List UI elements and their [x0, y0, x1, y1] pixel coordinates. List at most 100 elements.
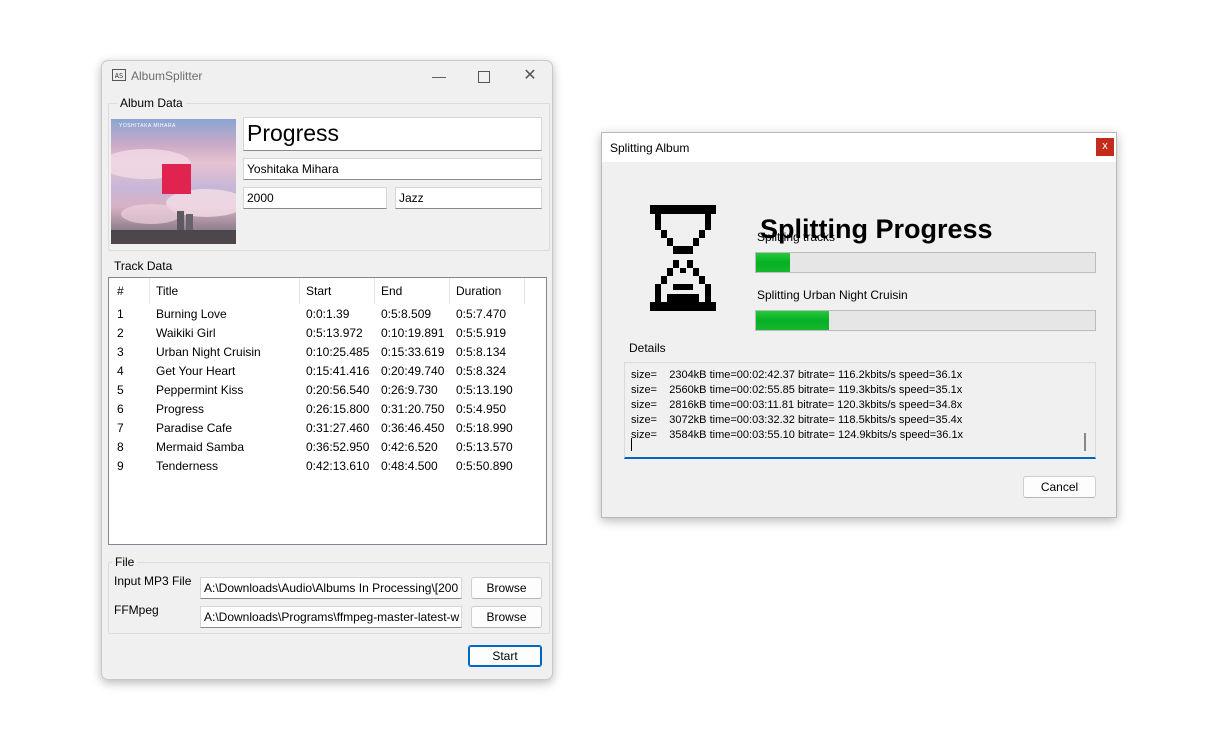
track-title: Tenderness [156, 459, 219, 473]
track-end: 0:5:8.509 [381, 307, 432, 321]
splitting-tracks-label: Splitting tracks [757, 230, 836, 244]
track-end: 0:20:49.740 [381, 364, 445, 378]
track-start: 0:10:25.485 [306, 345, 370, 359]
table-row[interactable]: 8 Mermaid Samba 0:36:52.950 0:42:6.520 0:5:1… [109, 438, 546, 457]
hourglass-icon [650, 205, 716, 311]
track-start: 0:42:13.610 [306, 459, 370, 473]
file-group-label: File [112, 555, 138, 569]
column-header-end[interactable]: End [375, 278, 450, 304]
log-line: size= 2560kB time=00:02:55.85 bitrate= 1… [631, 384, 963, 396]
track-duration: 0:5:50.890 [456, 459, 513, 473]
table-row[interactable]: 7 Paradise Cafe 0:31:27.460 0:36:46.450 0:5:… [109, 419, 546, 438]
maximize-icon [478, 71, 490, 84]
track-duration: 0:5:8.134 [456, 345, 507, 359]
track-end: 0:31:20.750 [381, 402, 445, 416]
album-data-label: Album Data [117, 96, 186, 110]
track-duration: 0:5:13.190 [456, 383, 513, 397]
window-title: AlbumSplitter [131, 69, 203, 83]
dialog-body: Splitting Progress Splitting tracks Spli… [604, 162, 1114, 515]
start-button[interactable]: Start [468, 645, 542, 667]
year-field[interactable]: 2000 [243, 187, 387, 209]
dialog-close-button[interactable]: x [1096, 138, 1114, 156]
current-track-label: Splitting Urban Night Cruisin [757, 288, 908, 302]
log-scrollbar-thumb[interactable] [1084, 433, 1086, 451]
track-list-header: # Title Start End Duration [109, 278, 546, 304]
current-track-progress-fill [756, 311, 829, 330]
track-number: 1 [117, 307, 124, 321]
browse-mp3-button[interactable]: Browse [471, 577, 542, 599]
close-button[interactable]: ✕ [513, 65, 547, 87]
log-scrollbar[interactable] [1077, 365, 1093, 455]
ffmpeg-path-field[interactable]: A:\Downloads\Programs\ffmpeg-master-late… [200, 606, 462, 628]
track-number: 9 [117, 459, 124, 473]
details-log[interactable]: size= 2304kB time=00:02:42.37 bitrate= 1… [624, 356, 1097, 464]
log-line: size= 3584kB time=00:03:55.10 bitrate= 1… [631, 429, 964, 441]
track-title: Burning Love [156, 307, 227, 321]
track-start: 0:31:27.460 [306, 421, 370, 435]
track-title: Paradise Cafe [156, 421, 233, 435]
log-line: size= 3072kB time=00:03:32.32 bitrate= 1… [631, 414, 963, 426]
track-number: 8 [117, 440, 124, 454]
table-row[interactable]: 6 Progress 0:26:15.800 0:31:20.750 0:5:4.950 [109, 400, 546, 419]
dialog-title-bar[interactable]: Splitting Album x [602, 133, 1116, 162]
track-number: 7 [117, 421, 124, 435]
track-data-label: Track Data [111, 259, 176, 273]
track-end: 0:10:19.891 [381, 326, 445, 340]
maximize-button[interactable] [467, 65, 501, 87]
track-number: 5 [117, 383, 124, 397]
browse-ffmpeg-button[interactable]: Browse [471, 606, 542, 628]
track-end: 0:36:46.450 [381, 421, 445, 435]
cancel-button[interactable]: Cancel [1023, 476, 1096, 498]
album-cover-image: YOSHITAKA MIHARA [111, 119, 236, 244]
table-row[interactable]: 4 Get Your Heart 0:15:41.416 0:20:49.740 0:5… [109, 362, 546, 381]
title-bar[interactable]: AS AlbumSplitter — ✕ [102, 61, 552, 91]
current-track-progress-bar [755, 310, 1096, 331]
table-row[interactable]: 5 Peppermint Kiss 0:20:56.540 0:26:9.730 0:5… [109, 381, 546, 400]
tracks-progress-fill [756, 253, 790, 272]
album-splitter-window: AS AlbumSplitter — ✕ Album Data YOSHITAK… [101, 60, 553, 680]
track-number: 6 [117, 402, 124, 416]
text-cursor [631, 438, 632, 451]
input-mp3-field[interactable]: A:\Downloads\Audio\Albums In Processing\… [200, 577, 462, 599]
ffmpeg-label: FFMpeg [114, 603, 159, 617]
track-title: Peppermint Kiss [156, 383, 244, 397]
album-title-field[interactable]: Progress [243, 117, 542, 151]
track-title: Progress [156, 402, 205, 416]
details-log-textbox[interactable]: size= 2304kB time=00:02:42.37 bitrate= 1… [624, 362, 1096, 459]
column-header-number[interactable]: # [109, 278, 150, 304]
track-start: 0:36:52.950 [306, 440, 370, 454]
table-row[interactable]: 2 Waikiki Girl 0:5:13.972 0:10:19.891 0:5:5.… [109, 324, 546, 343]
table-row[interactable]: 3 Urban Night Cruisin 0:10:25.485 0:15:33.6… [109, 343, 546, 362]
track-duration: 0:5:4.950 [456, 402, 507, 416]
splitting-album-dialog: Splitting Album x Splitting Progress Spl… [601, 132, 1117, 518]
minimize-button[interactable]: — [422, 65, 456, 87]
details-label: Details [626, 341, 669, 355]
track-title: Get Your Heart [156, 364, 236, 378]
track-start: 0:20:56.540 [306, 383, 370, 397]
input-mp3-label: Input MP3 File [114, 574, 192, 588]
track-duration: 0:5:8.324 [456, 364, 507, 378]
table-row[interactable]: 9 Tenderness 0:42:13.610 0:48:4.500 0:5:50.8… [109, 457, 546, 476]
track-end: 0:15:33.619 [381, 345, 445, 359]
track-duration: 0:5:13.570 [456, 440, 513, 454]
track-number: 4 [117, 364, 124, 378]
track-list[interactable]: # Title Start End Duration 1 Burning Love… [108, 277, 547, 545]
column-header-title[interactable]: Title [150, 278, 300, 304]
table-row[interactable]: 1 Burning Love 0:0:1.39 0:5:8.509 0:5:7.470 [109, 305, 546, 324]
track-duration: 0:5:18.990 [456, 421, 513, 435]
track-number: 3 [117, 345, 124, 359]
column-header-start[interactable]: Start [300, 278, 375, 304]
album-cover-text: YOSHITAKA MIHARA [119, 123, 176, 129]
track-title: Mermaid Samba [156, 440, 245, 454]
genre-field[interactable]: Jazz [395, 187, 542, 209]
track-start: 0:15:41.416 [306, 364, 370, 378]
tracks-progress-bar [755, 252, 1096, 273]
track-start: 0:26:15.800 [306, 402, 370, 416]
column-header-duration[interactable]: Duration [450, 278, 525, 304]
artist-field[interactable]: Yoshitaka Mihara [243, 158, 542, 180]
track-duration: 0:5:5.919 [456, 326, 507, 340]
track-title: Urban Night Cruisin [156, 345, 261, 359]
track-end: 0:48:4.500 [381, 459, 438, 473]
log-line: size= 2816kB time=00:03:11.81 bitrate= 1… [631, 399, 963, 411]
track-end: 0:42:6.520 [381, 440, 438, 454]
